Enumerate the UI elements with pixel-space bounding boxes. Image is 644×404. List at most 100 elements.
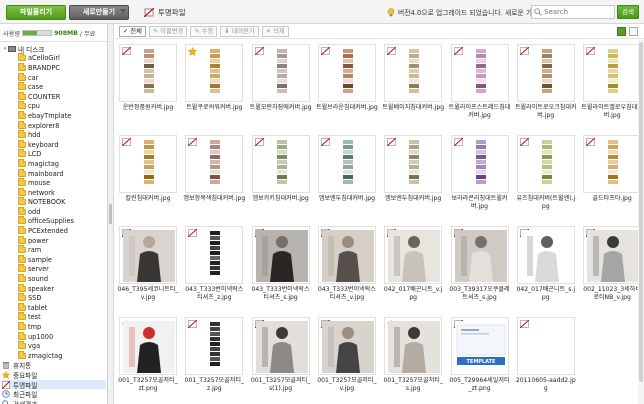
file-item[interactable]: 042_017배곤니트_v.jpg [382,226,444,312]
file-thumbnail[interactable] [384,44,443,102]
file-name[interactable]: 칼린침대커버.jpg [117,195,179,203]
file-item[interactable]: 트윌라이트옐로우침대커버.jpg [581,44,643,130]
tree-folder-label[interactable]: ram [28,246,41,254]
file-thumbnail[interactable] [384,135,443,193]
file-name[interactable]: 001_T3257모골저티_s(1).jpg [250,377,312,393]
file-thumbnail[interactable] [317,135,376,193]
tree-folder[interactable]: NOTEBOOK [2,197,106,208]
tree-folder[interactable]: sound [2,274,106,284]
tree-folder[interactable]: power [2,235,106,246]
file-name[interactable]: 트윌라이트옐로우침대커버.jpg [581,104,643,120]
file-thumbnail[interactable] [384,317,443,375]
tree-folder[interactable]: magictag [2,158,106,169]
file-name[interactable]: 유즈침대커버(트윌엔).jpg [515,195,577,211]
file-item[interactable]: 002_11023_3세하비로티NB_v.jpg [581,226,643,312]
list-view-icon[interactable] [629,27,638,36]
tree-folder-label[interactable]: sample [28,256,52,264]
file-item[interactable]: 칼린침대커버.jpg [117,135,179,221]
tree-folder[interactable]: PCExtended [2,226,106,236]
tree-folder-label[interactable]: case [28,83,43,91]
file-name[interactable]: 001_T3257모골저티_z.jpg [183,377,245,393]
file-thumbnail[interactable] [185,135,244,193]
sidebar-item-label[interactable]: 최근파일 [13,389,37,399]
tree-folder[interactable]: keyboard [2,139,106,150]
file-name[interactable]: 엠보엔두침대커버.jpg [382,195,444,203]
new-dropdown-icon[interactable] [120,9,126,13]
file-thumbnail[interactable] [317,226,376,284]
file-name[interactable]: 운반정품원커버.jpg [117,104,179,112]
rename-button[interactable]: ✎ 이름변경 [148,25,188,37]
file-thumbnail[interactable] [251,135,310,193]
tree-folder-label[interactable]: PCExtended [28,227,68,235]
tree-folder[interactable]: explorer8 [2,120,106,131]
search-box[interactable] [531,5,615,19]
tree-folder-label[interactable]: cpu [28,102,40,110]
transparent-icon[interactable] [254,47,264,55]
tree-folder[interactable]: COUNTER [2,91,106,102]
star-icon[interactable] [188,47,198,56]
transparent-icon[interactable] [453,47,463,55]
transparent-icon[interactable] [188,138,198,146]
transparent-icon[interactable] [586,47,596,55]
file-thumbnail[interactable] [119,226,177,284]
transparent-icon[interactable] [188,229,198,237]
file-name[interactable]: 043_T333번이넥락스티셔츠_s.jpg [250,286,312,302]
file-thumbnail[interactable] [516,44,575,102]
tree-folder-label[interactable]: BRANDPC [28,64,60,72]
sidebar-item-star[interactable]: 중요파일 [1,370,106,380]
sidebar-item-search[interactable]: 검색결과 [2,399,106,404]
file-thumbnail[interactable] [119,44,177,102]
file-item[interactable]: 엠보카키침대커버.jpg [250,135,312,221]
transparent-icon[interactable] [387,47,397,55]
transparent-icon[interactable] [519,138,529,146]
file-item[interactable]: 운반정품원커버.jpg [117,44,179,130]
file-name[interactable]: 005_T29964세일저티_zt.png [449,377,511,393]
search-input[interactable] [532,6,602,18]
file-thumbnail[interactable] [516,135,575,193]
file-name[interactable]: 보라라콘리칭대트윌커버.jpg [449,195,511,211]
transparent-icon[interactable] [254,138,264,146]
sidebar-item-transparent[interactable]: 투명파일 [1,379,106,390]
transparent-icon[interactable] [122,138,131,146]
file-thumbnail[interactable] [583,135,642,193]
file-name[interactable]: 트윌라이프스트레드침대커버.jpg [449,104,511,120]
file-thumbnail[interactable] [384,226,443,284]
file-item[interactable]: 골드타프타.jpg [581,135,643,221]
tree-folder-label[interactable]: tablet [28,304,47,312]
file-thumbnail[interactable] [516,317,575,375]
tree-folder[interactable]: tmp [2,322,106,332]
file-name[interactable]: 043_T333번이넥락스티셔츠_v.jpg [316,286,378,302]
tree-folder-label[interactable]: vga [28,342,40,350]
tree-folder-label[interactable]: zmagictag [28,352,62,360]
tree-folder[interactable]: server [2,264,106,275]
tree-root-label[interactable]: 내 디스크 [18,44,44,54]
file-item[interactable]: 043_T333번이넥락스티셔츠_z.jpg [183,226,245,312]
tree-folder[interactable]: cpu [2,101,106,112]
tree-folder-label[interactable]: sound [28,275,48,283]
file-thumbnail[interactable] [583,226,642,284]
sidebar-item-trash[interactable]: 휴지통 [2,361,106,370]
file-item[interactable]: 엠보엔두침대커버.jpg [316,135,378,221]
tree-root[interactable]: ▾ 내 디스크 [2,44,106,54]
file-item[interactable]: 트윌라이프스트레드침대커버.jpg [449,44,511,130]
sidebar-item-clock[interactable]: 최근파일 [2,389,106,399]
file-item[interactable]: 트윌쿠로씌워커버.jpg [183,44,245,130]
tree-folder-label[interactable]: server [28,265,49,273]
tree-folder[interactable]: car [2,72,106,83]
file-thumbnail[interactable] [317,44,376,102]
file-item[interactable]: 042_017배곤니트_s.jpg [515,226,577,312]
tree-folder-label[interactable]: ebayTmplate [28,112,71,120]
transparent-icon[interactable] [586,138,596,146]
tree-folder-label[interactable]: odd [28,208,40,216]
file-name[interactable]: 001_T3257모골저티_zt.png [117,377,179,393]
tree-folder-label[interactable]: power [28,237,48,245]
file-name[interactable]: 트윌모란자잠에커버.jpg [250,104,312,112]
tree-folder[interactable]: case [2,82,106,92]
file-thumbnail[interactable] [251,226,310,284]
file-item[interactable]: 트윌베이지침대커버.jpg [382,44,444,130]
file-item[interactable]: 001_T3257모골저티_z.jpg [183,317,245,403]
tree-folder-label[interactable]: speaker [28,285,54,293]
file-thumbnail[interactable] [450,44,509,102]
tree-folder[interactable]: hdd [2,130,106,140]
file-item[interactable]: 엠보항목색침대커버.jpg [183,135,245,221]
